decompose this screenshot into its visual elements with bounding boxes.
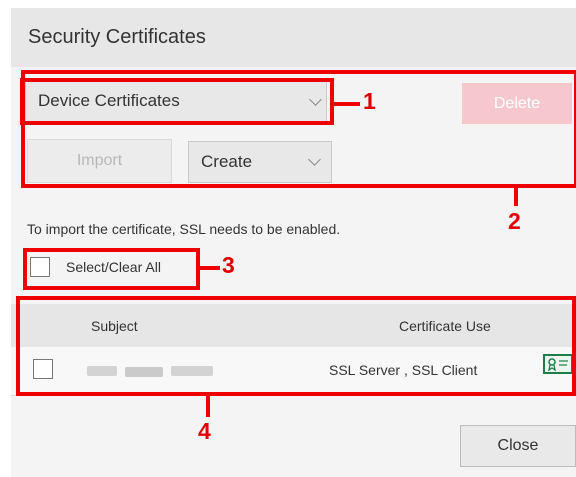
- certificate-icon[interactable]: [543, 354, 573, 374]
- table-divider: [11, 395, 576, 396]
- chevron-down-icon: [308, 153, 321, 166]
- import-button[interactable]: Import: [27, 139, 172, 183]
- annotation-number-1: 1: [363, 88, 376, 114]
- chevron-down-icon: [309, 93, 322, 106]
- blurred-subject-segment: [125, 367, 163, 377]
- row-checkbox[interactable]: [33, 359, 53, 379]
- screenshot-canvas: Security Certificates Device Certificate…: [0, 0, 576, 477]
- select-all-checkbox[interactable]: [30, 257, 50, 277]
- certificate-use-value: SSL Server , SSL Client: [329, 362, 478, 378]
- certificate-table-header: Subject Certificate Use: [11, 304, 576, 347]
- delete-button-label: Delete: [493, 95, 541, 112]
- blurred-subject-segment: [171, 366, 213, 376]
- import-button-label: Import: [76, 152, 123, 169]
- certificate-type-value: Device Certificates: [38, 91, 180, 110]
- select-all-label[interactable]: Select/Clear All: [66, 259, 161, 275]
- blurred-subject-text: [87, 366, 213, 378]
- dialog-title: Security Certificates: [28, 26, 206, 48]
- annotation-number-3: 3: [222, 252, 235, 278]
- dialog-header: Security Certificates: [11, 8, 576, 67]
- create-select-value: Create: [201, 152, 253, 171]
- close-button-label: Close: [497, 437, 539, 454]
- delete-button[interactable]: Delete: [462, 83, 572, 124]
- close-button[interactable]: Close: [460, 425, 576, 467]
- security-certificates-dialog: Security Certificates Device Certificate…: [11, 8, 576, 477]
- certificate-icon: [548, 358, 568, 372]
- annotation-number-4: 4: [198, 418, 211, 444]
- annotation-number-2: 2: [508, 208, 521, 234]
- subject-column-header[interactable]: Subject: [91, 318, 138, 334]
- blurred-subject-segment: [87, 366, 117, 376]
- certificate-use-column-header[interactable]: Certificate Use: [399, 318, 491, 334]
- create-select[interactable]: Create: [188, 141, 332, 183]
- ssl-hint-text: To import the certificate, SSL needs to …: [27, 221, 341, 237]
- table-row[interactable]: SSL Server , SSL Client: [11, 347, 576, 395]
- certificate-type-select[interactable]: Device Certificates: [25, 80, 327, 122]
